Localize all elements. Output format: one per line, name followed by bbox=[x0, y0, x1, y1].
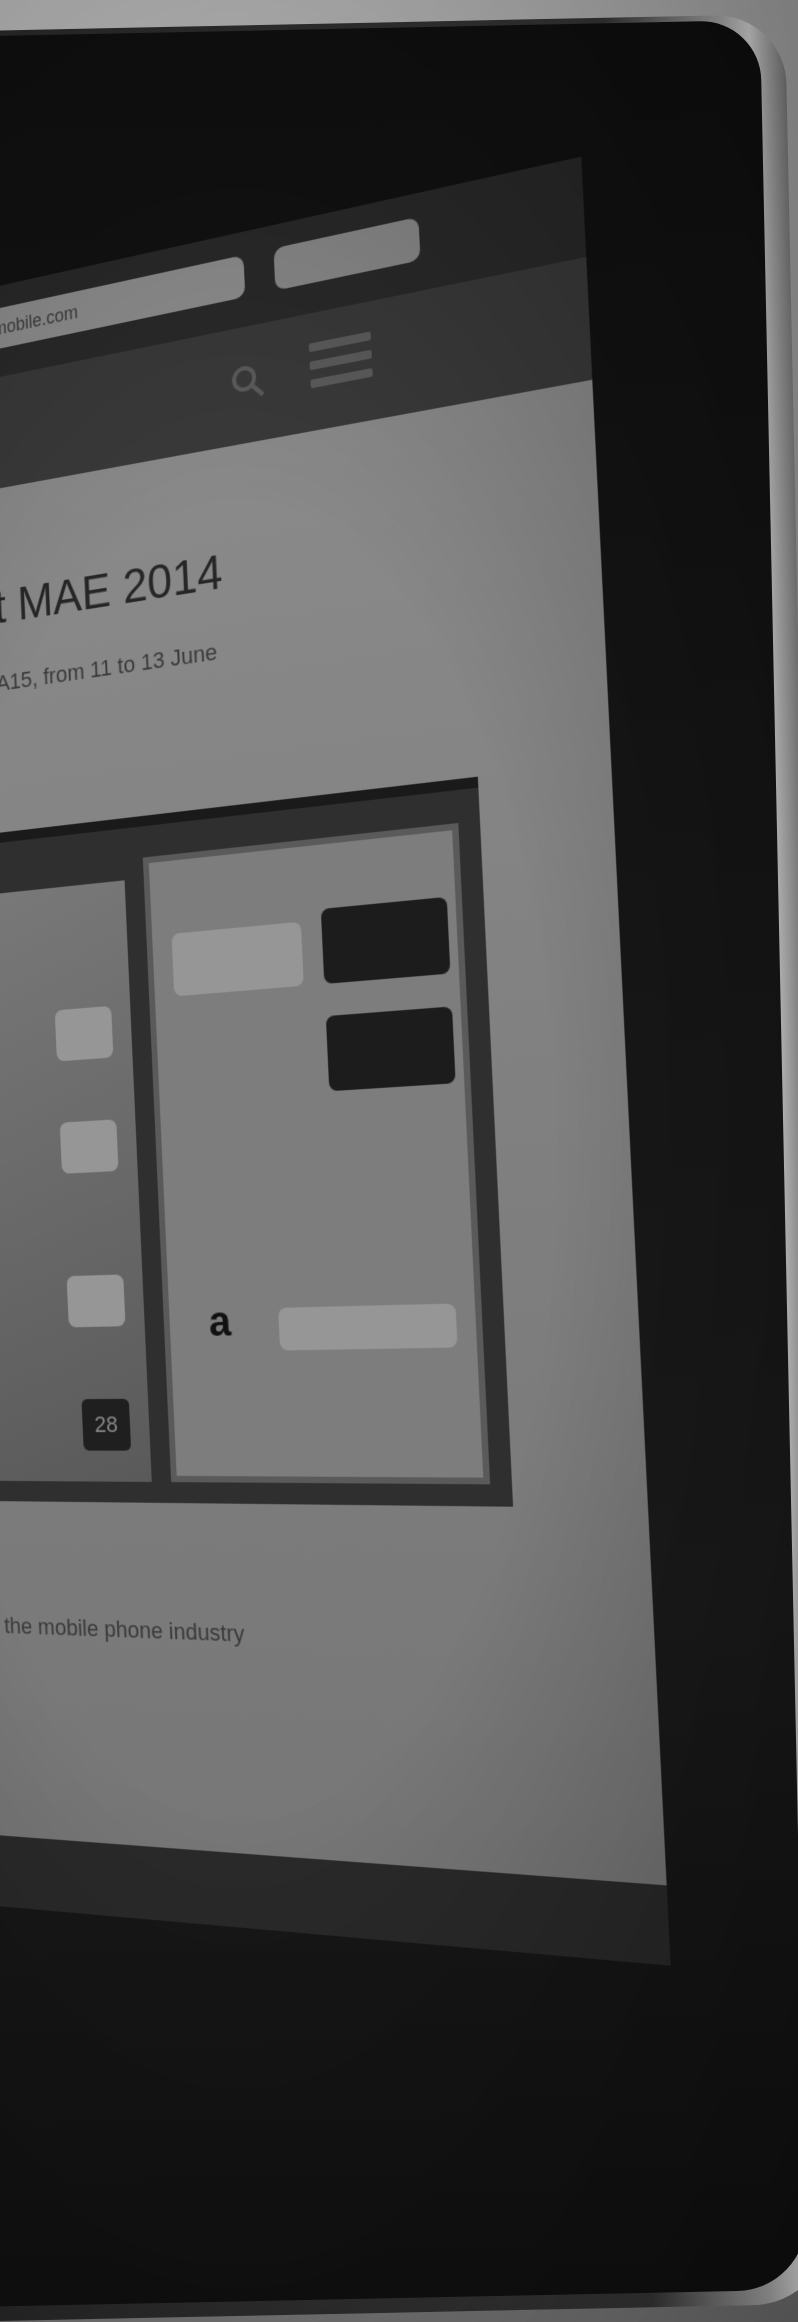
app-tile bbox=[278, 1303, 458, 1351]
phone-screen-left: 28 bbox=[0, 880, 152, 1482]
phone-screen-right: a bbox=[142, 823, 491, 1485]
search-button[interactable] bbox=[273, 216, 421, 291]
menu-icon-bar bbox=[309, 349, 372, 371]
app-tile bbox=[54, 1005, 114, 1062]
tablet-screen: www.mae-mobile.com a at MAE 2014 nd B3 A… bbox=[0, 156, 671, 1966]
calendar-badge: 28 bbox=[81, 1398, 132, 1451]
search-icon[interactable] bbox=[228, 359, 266, 404]
amazon-letter: a bbox=[207, 1298, 232, 1346]
app-tile bbox=[59, 1119, 119, 1174]
article-subline: nd B3 A15, from 11 to 13 June bbox=[0, 638, 218, 704]
dark-tile bbox=[320, 896, 451, 984]
app-tile bbox=[171, 921, 304, 997]
hero-image: 28 a bbox=[0, 776, 514, 1507]
article-footer-text: or the mobile phone industry bbox=[0, 1611, 246, 1647]
menu-icon-bar bbox=[310, 367, 373, 389]
photo-scene: www.mae-mobile.com a at MAE 2014 nd B3 A… bbox=[0, 0, 798, 2322]
dark-tile bbox=[325, 1006, 456, 1092]
menu-icon[interactable] bbox=[308, 331, 374, 397]
app-tile bbox=[66, 1274, 126, 1328]
article-headline: a at MAE 2014 bbox=[0, 543, 224, 643]
menu-icon-bar bbox=[308, 331, 372, 353]
article-content: a at MAE 2014 nd B3 A15, from 11 to 13 J… bbox=[0, 379, 671, 1966]
screen-wrap: www.mae-mobile.com a at MAE 2014 nd B3 A… bbox=[0, 0, 798, 2322]
